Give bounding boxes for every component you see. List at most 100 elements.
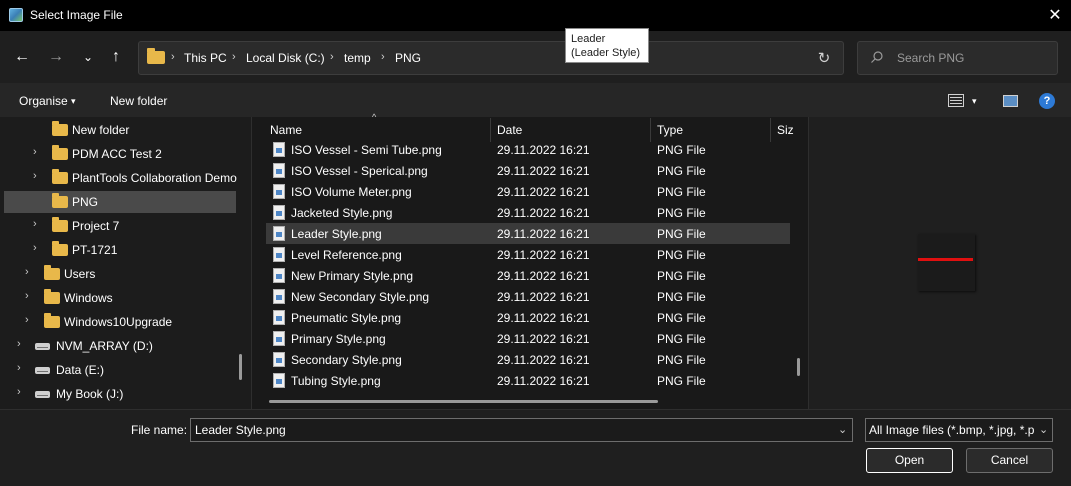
- file-row[interactable]: New Primary Style.png 29.11.2022 16:21 PNG…: [266, 265, 790, 286]
- file-row[interactable]: ISO Vessel - Sperical.png 29.11.2022 16:2…: [266, 160, 790, 181]
- file-row[interactable]: ISO Vessel - Semi Tube.png 29.11.2022 16:…: [266, 139, 790, 160]
- breadcrumb-temp[interactable]: temp: [344, 51, 371, 65]
- view-options-dropdown-icon[interactable]: ▾: [972, 96, 977, 107]
- file-row[interactable]: Jacketed Style.png 29.11.2022 16:21 PNG Fi…: [266, 202, 790, 223]
- file-date: 29.11.2022 16:21: [497, 206, 590, 220]
- breadcrumb-local-disk[interactable]: Local Disk (C:): [246, 51, 325, 65]
- preview-pane-icon[interactable]: [1003, 95, 1018, 107]
- drive-icon: [35, 343, 50, 350]
- tree-item[interactable]: › Windows: [4, 287, 236, 309]
- file-row[interactable]: New Secondary Style.png 29.11.2022 16:21 P…: [266, 286, 790, 307]
- file-type: PNG File: [657, 332, 706, 346]
- expand-chevron-icon[interactable]: ›: [25, 314, 35, 326]
- file-type: PNG File: [657, 143, 706, 157]
- file-type: PNG File: [657, 374, 706, 388]
- back-arrow-icon[interactable]: ←: [12, 47, 32, 67]
- tree-item[interactable]: › PT-1721: [4, 239, 236, 261]
- expand-chevron-icon[interactable]: ›: [17, 362, 27, 374]
- folder-icon: [52, 217, 68, 232]
- search-placeholder[interactable]: Search PNG: [897, 51, 964, 65]
- tooltip: Leader (Leader Style): [565, 28, 649, 63]
- filetype-selected-value[interactable]: All Image files (*.bmp, *.jpg, *.png): [869, 423, 1034, 437]
- breadcrumb-png[interactable]: PNG: [395, 51, 421, 65]
- file-name: Secondary Style.png: [291, 353, 402, 367]
- breadcrumb-separator[interactable]: ›: [232, 51, 236, 63]
- file-type: PNG File: [657, 311, 706, 325]
- tree-item[interactable]: › My Book (J:): [4, 383, 236, 405]
- title-bar: [0, 0, 1071, 31]
- file-row[interactable]: Pneumatic Style.png 29.11.2022 16:21 PNG F…: [266, 307, 790, 328]
- cancel-button[interactable]: Cancel: [966, 448, 1053, 473]
- file-row[interactable]: ISO Volume Meter.png 29.11.2022 16:21 PNG …: [266, 181, 790, 202]
- forward-arrow-icon[interactable]: →: [46, 47, 66, 67]
- file-row[interactable]: Secondary Style.png 29.11.2022 16:21 PNG F…: [266, 349, 790, 370]
- file-date: 29.11.2022 16:21: [497, 143, 590, 157]
- filename-input[interactable]: [190, 418, 853, 442]
- expand-chevron-icon[interactable]: ›: [33, 218, 43, 230]
- file-name: ISO Vessel - Semi Tube.png: [291, 143, 442, 157]
- folder-icon: [147, 48, 165, 64]
- breadcrumb-this-pc[interactable]: This PC: [184, 51, 227, 65]
- filetype-dropdown-icon[interactable]: ⌄: [1039, 423, 1048, 436]
- refresh-icon[interactable]: ↻: [815, 49, 833, 67]
- file-row[interactable]: Tubing Style.png 29.11.2022 16:21 PNG File: [266, 370, 790, 391]
- column-header-size[interactable]: Siz: [777, 123, 794, 137]
- breadcrumb-separator[interactable]: ›: [330, 51, 334, 63]
- file-type: PNG File: [657, 227, 706, 241]
- file-name: Leader Style.png: [291, 227, 382, 241]
- tree-item[interactable]: New folder: [4, 119, 236, 141]
- open-button[interactable]: Open: [866, 448, 953, 473]
- tree-item[interactable]: › PlantTools Collaboration Demo: [4, 167, 237, 189]
- tree-item[interactable]: › Windows10Upgrade: [4, 311, 236, 333]
- expand-chevron-icon[interactable]: ›: [17, 338, 27, 350]
- tree-item-label: Project 7: [72, 219, 120, 233]
- tree-item[interactable]: › Users: [4, 263, 236, 285]
- address-bar[interactable]: [138, 41, 844, 75]
- help-icon[interactable]: ?: [1039, 93, 1055, 109]
- column-header-date[interactable]: Date: [497, 123, 522, 137]
- expand-chevron-icon[interactable]: ›: [25, 290, 35, 302]
- tree-item[interactable]: › PDM ACC Test 2: [4, 143, 236, 165]
- organise-dropdown-icon[interactable]: ▾: [71, 96, 76, 107]
- folder-icon: [44, 289, 60, 304]
- png-file-icon: [273, 142, 285, 157]
- recent-locations-chevron-icon[interactable]: ⌄: [78, 47, 98, 67]
- file-date: 29.11.2022 16:21: [497, 248, 590, 262]
- expand-chevron-icon[interactable]: ›: [25, 266, 35, 278]
- file-date: 29.11.2022 16:21: [497, 269, 590, 283]
- breadcrumb-separator[interactable]: ›: [381, 51, 385, 63]
- folder-icon: [52, 193, 68, 208]
- file-list-horizontal-scrollbar[interactable]: [269, 400, 658, 403]
- png-file-icon: [273, 184, 285, 199]
- column-header-type[interactable]: Type: [657, 123, 683, 137]
- expand-chevron-icon[interactable]: ›: [33, 146, 43, 158]
- expand-chevron-icon[interactable]: ›: [33, 242, 43, 254]
- tree-item[interactable]: › Project 7: [4, 215, 236, 237]
- file-name: Primary Style.png: [291, 332, 386, 346]
- file-type: PNG File: [657, 185, 706, 199]
- view-details-icon[interactable]: [948, 94, 964, 107]
- expand-chevron-icon[interactable]: ›: [17, 386, 27, 398]
- file-row[interactable]: Level Reference.png 29.11.2022 16:21 PNG F…: [266, 244, 790, 265]
- tooltip-subtitle: (Leader Style): [571, 47, 641, 59]
- organise-button[interactable]: Organise: [19, 94, 68, 108]
- file-date: 29.11.2022 16:21: [497, 227, 590, 241]
- tree-item[interactable]: › NVM_ARRAY (D:): [4, 335, 236, 357]
- filename-dropdown-icon[interactable]: ⌄: [838, 423, 847, 436]
- breadcrumb-separator: ›: [171, 51, 175, 63]
- expand-chevron-icon[interactable]: ›: [33, 170, 43, 182]
- new-folder-button[interactable]: New folder: [110, 94, 167, 108]
- up-arrow-icon[interactable]: ↑: [106, 47, 126, 67]
- file-row[interactable]: Primary Style.png 29.11.2022 16:21 PNG Fil…: [266, 328, 790, 349]
- close-icon[interactable]: ✕: [1046, 5, 1064, 25]
- tree-item[interactable]: PNG: [4, 191, 236, 213]
- png-file-icon: [273, 373, 285, 388]
- column-header-name[interactable]: Name: [270, 123, 302, 137]
- tree-item[interactable]: › Data (E:): [4, 359, 236, 381]
- navigation-pane-scrollbar[interactable]: [239, 354, 242, 380]
- file-list-vertical-scrollbar[interactable]: [797, 358, 800, 376]
- png-file-icon: [273, 247, 285, 262]
- drive-icon: [35, 391, 50, 398]
- file-date: 29.11.2022 16:21: [497, 311, 590, 325]
- file-row[interactable]: Leader Style.png 29.11.2022 16:21 PNG File: [266, 223, 790, 244]
